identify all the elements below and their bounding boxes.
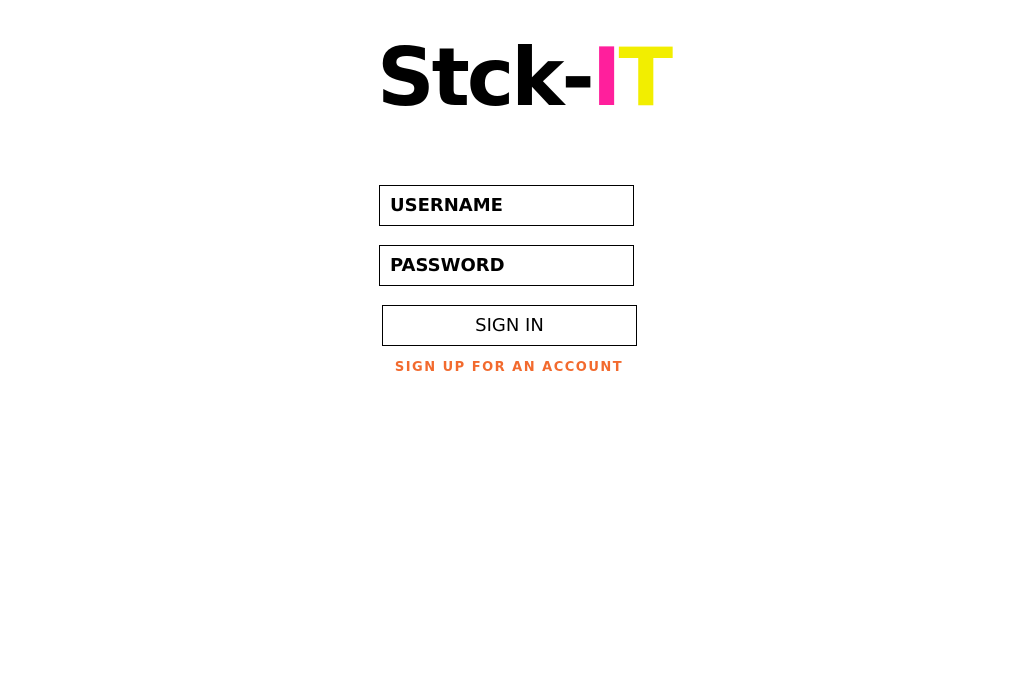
sign-up-link[interactable]: SIGN UP FOR AN ACCOUNT [379, 360, 639, 375]
logo-text-base: Stck- [377, 31, 595, 124]
password-input[interactable] [379, 245, 634, 286]
username-input[interactable] [379, 185, 634, 226]
login-page: Stck-IT SIGN IN SIGN UP FOR AN ACCOUNT [0, 0, 1018, 699]
logo-letter-i: I [591, 31, 622, 124]
sign-in-button[interactable]: SIGN IN [382, 305, 637, 346]
logo-letter-t: T [618, 31, 673, 124]
app-logo: Stck-IT [377, 36, 673, 120]
